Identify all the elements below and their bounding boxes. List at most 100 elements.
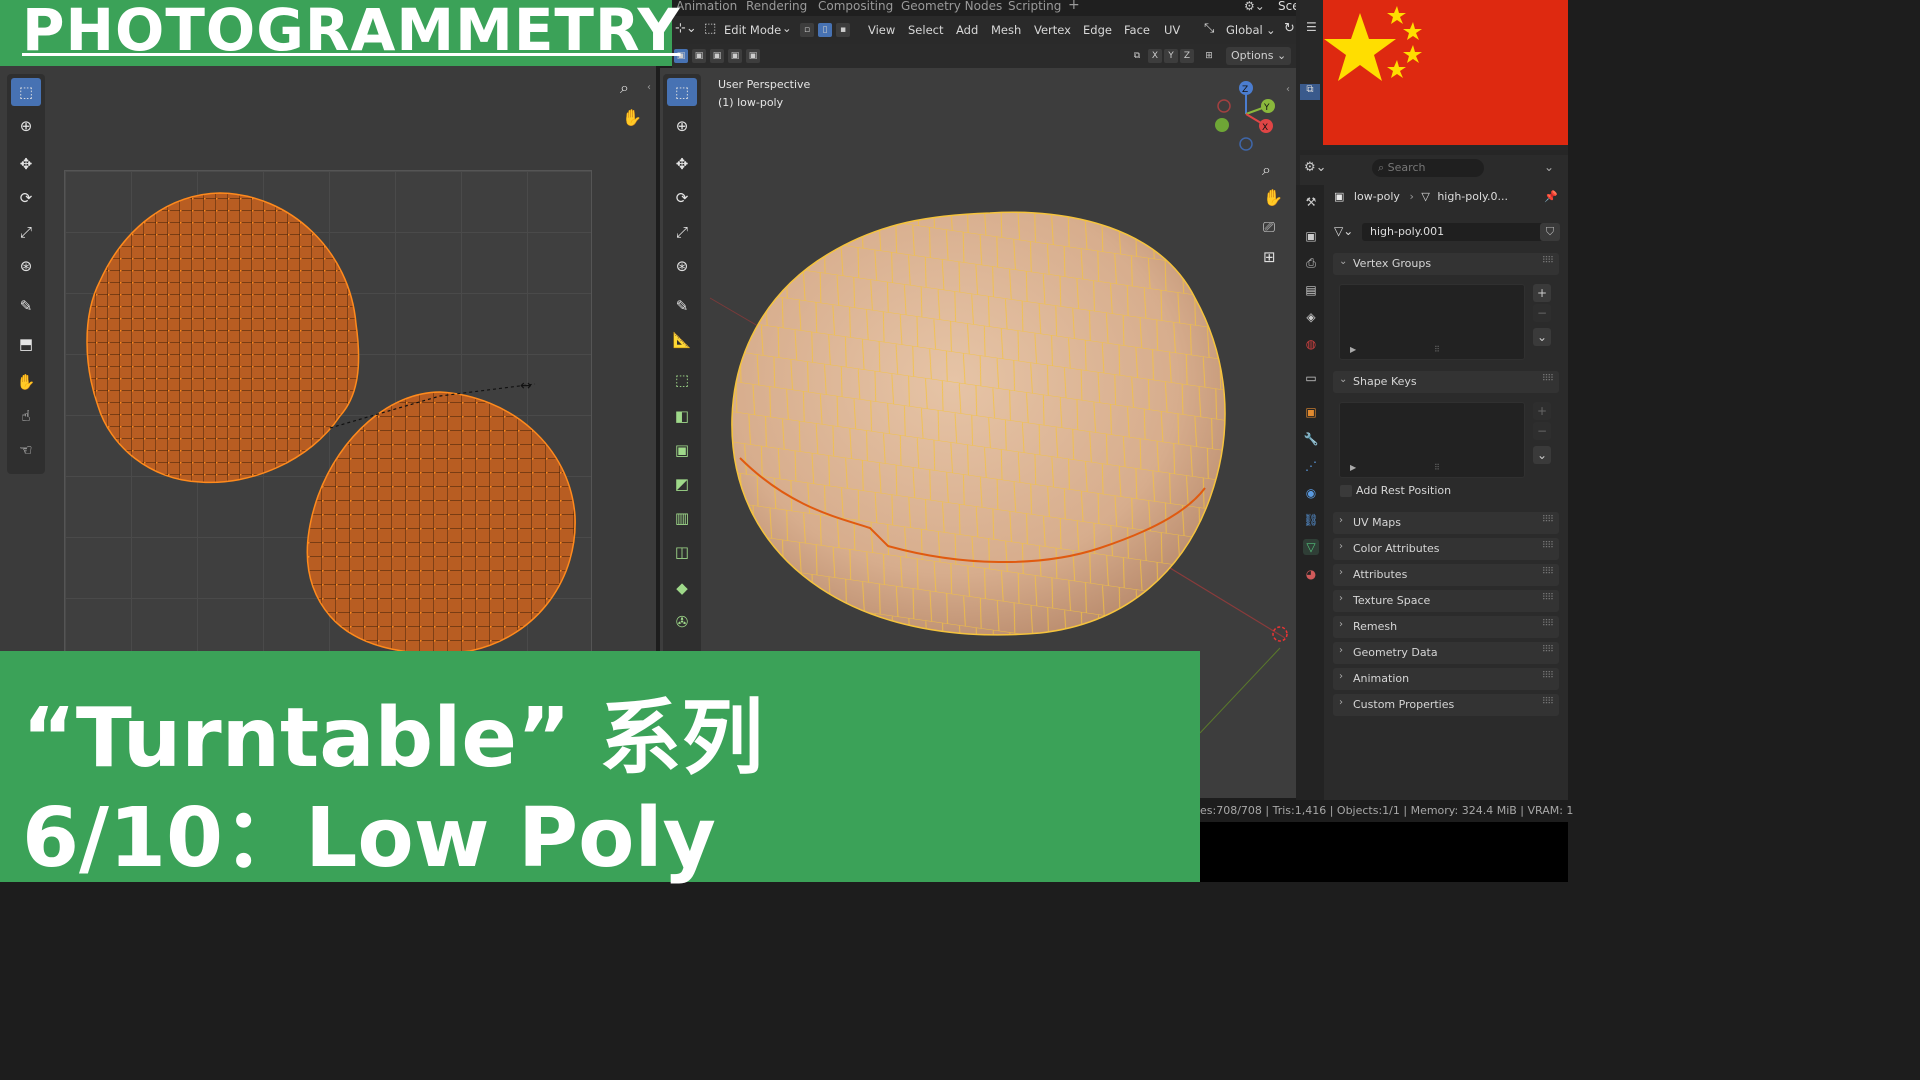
physics-tab-icon[interactable]: ◉	[1303, 485, 1319, 501]
add-workspace-button[interactable]: +	[1068, 0, 1080, 13]
vertex-group-specials-chevron-icon[interactable]: ⌄	[1533, 328, 1551, 346]
mesh-data-tab-icon[interactable]: ▽	[1303, 539, 1319, 555]
tool-poly-build-icon[interactable]: ◆	[667, 574, 697, 602]
panel-animation[interactable]: › Animation ⠿⠿	[1333, 668, 1559, 690]
menu-select[interactable]: Select	[908, 23, 943, 37]
tool-select-box-icon[interactable]: ⬚	[667, 78, 697, 106]
drag-grip-icon[interactable]: ⠿⠿	[1542, 256, 1554, 266]
select-mode-invert-icon[interactable]: ▣	[728, 49, 742, 63]
drag-grip-icon[interactable]: ⠿⠿	[1542, 593, 1554, 603]
scene-selector-icon[interactable]: ⚙⌄	[1244, 0, 1265, 13]
panel-texture-space[interactable]: › Texture Space ⠿⠿	[1333, 590, 1559, 612]
face-select-icon[interactable]: ▪	[836, 23, 850, 37]
tool-select-box-icon[interactable]: ⬚	[11, 78, 41, 106]
snap-icon[interactable]: ⊞	[1202, 49, 1216, 63]
uv-islands-canvas[interactable]: ↔	[0, 66, 656, 656]
pivot-icon[interactable]: ↻	[1284, 21, 1295, 36]
mode-selector[interactable]: Edit Mode	[724, 23, 781, 37]
tool-scale-icon[interactable]: ⤢	[11, 218, 41, 246]
mesh-browse-icon[interactable]: ▽⌄	[1334, 224, 1353, 238]
select-mode-intersect-icon[interactable]: ▣	[746, 49, 760, 63]
panel-attributes[interactable]: › Attributes ⠿⠿	[1333, 564, 1559, 586]
tool-scale-icon[interactable]: ⤢	[667, 218, 697, 246]
list-resize-grip-icon[interactable]: ⠿	[1434, 463, 1440, 472]
view-layer-tab-icon[interactable]: ▤	[1303, 282, 1319, 298]
tool-rip-icon[interactable]: ⬒	[11, 330, 41, 358]
tool-cursor-icon[interactable]: ⊕	[11, 112, 41, 140]
drag-grip-icon[interactable]: ⠿⠿	[1542, 541, 1554, 551]
tool-annotate-icon[interactable]: ✎	[11, 292, 41, 320]
panel-custom-properties[interactable]: › Custom Properties ⠿⠿	[1333, 694, 1559, 716]
constraints-tab-icon[interactable]: ⛓	[1303, 512, 1319, 528]
drag-grip-icon[interactable]: ⠿⠿	[1542, 645, 1554, 655]
list-expand-icon[interactable]: ▶	[1350, 345, 1356, 354]
object-tab-icon[interactable]: ▣	[1303, 404, 1319, 420]
viewport-camera-icon[interactable]: ⎚	[1263, 218, 1275, 236]
panel-uv-maps[interactable]: › UV Maps ⠿⠿	[1333, 512, 1559, 534]
mirror-y-button[interactable]: Y	[1164, 49, 1178, 63]
tab-compositing[interactable]: Compositing	[818, 0, 893, 13]
viewport-ortho-grid-icon[interactable]: ⊞	[1263, 248, 1276, 266]
outliner-editor-icon[interactable]: ☰	[1306, 20, 1317, 34]
breadcrumb-object[interactable]: low-poly	[1354, 190, 1400, 203]
navigation-gizmo[interactable]: Z Y X	[1210, 78, 1282, 156]
uv-zoom-icon[interactable]: ⌕	[620, 78, 629, 98]
viewport-pan-icon[interactable]: ✋	[1263, 188, 1283, 207]
tool-move-icon[interactable]: ✥	[667, 150, 697, 178]
select-mode-extend-icon[interactable]: ▣	[692, 49, 706, 63]
orientation-selector[interactable]: Global	[1226, 23, 1263, 37]
tool-extrude-icon[interactable]: ◧	[667, 402, 697, 430]
viewport-zoom-icon[interactable]: ⌕	[1262, 160, 1271, 180]
tool-spin-icon[interactable]: ✇	[667, 608, 697, 636]
panel-remesh[interactable]: › Remesh ⠿⠿	[1333, 616, 1559, 638]
panel-shape-keys[interactable]: ⌄ Shape Keys ⠿⠿	[1333, 371, 1559, 393]
properties-search-field[interactable]: ⌕ Search	[1372, 159, 1484, 177]
tool-grab-icon[interactable]: ✋	[11, 368, 41, 396]
render-tab-icon[interactable]: ▣	[1303, 228, 1319, 244]
tool-pinch-icon[interactable]: ☜	[11, 436, 41, 464]
mirror-z-button[interactable]: Z	[1180, 49, 1194, 63]
collection-tab-icon[interactable]: ▭	[1303, 370, 1319, 386]
tool-loop-cut-icon[interactable]: ▥	[667, 504, 697, 532]
breadcrumb-mesh[interactable]: high-poly.0...	[1437, 190, 1508, 203]
tool-transform-icon[interactable]: ⊛	[11, 252, 41, 280]
pin-icon[interactable]: 📌	[1544, 190, 1558, 203]
tool-rotate-icon[interactable]: ⟳	[11, 184, 41, 212]
vertex-select-icon[interactable]: ▫	[800, 23, 814, 37]
tool-measure-icon[interactable]: 📐	[667, 326, 697, 354]
fake-user-shield-icon[interactable]: ⛉	[1540, 223, 1560, 241]
drag-grip-icon[interactable]: ⠿⠿	[1542, 671, 1554, 681]
uv-collapse-chevron-icon[interactable]: ‹	[647, 82, 651, 93]
3d-cursor[interactable]	[1272, 626, 1288, 642]
panel-vertex-groups[interactable]: ⌄ Vertex Groups ⠿⠿	[1333, 253, 1559, 275]
menu-edge[interactable]: Edge	[1083, 23, 1112, 37]
world-tab-icon[interactable]: ◍	[1303, 336, 1319, 352]
edge-select-icon[interactable]: ▯	[818, 23, 832, 37]
tab-animation[interactable]: Animation	[676, 0, 737, 13]
menu-vertex[interactable]: Vertex	[1034, 23, 1071, 37]
panel-color-attributes[interactable]: › Color Attributes ⠿⠿	[1333, 538, 1559, 560]
menu-add[interactable]: Add	[956, 23, 978, 37]
panel-geometry-data[interactable]: › Geometry Data ⠿⠿	[1333, 642, 1559, 664]
output-tab-icon[interactable]: ⎙	[1303, 255, 1319, 271]
drag-grip-icon[interactable]: ⠿⠿	[1542, 515, 1554, 525]
outliner-filter-icon[interactable]: ⧉	[1300, 84, 1320, 100]
scene-tab-icon[interactable]: ◈	[1303, 309, 1319, 325]
material-tab-icon[interactable]: ◕	[1303, 566, 1319, 582]
tool-inset-icon[interactable]: ▣	[667, 436, 697, 464]
vertex-group-remove-button[interactable]: −	[1533, 304, 1551, 322]
shape-key-specials-chevron-icon[interactable]: ⌄	[1533, 446, 1551, 464]
options-dropdown[interactable]: Options ⌄	[1226, 47, 1291, 65]
menu-view[interactable]: View	[868, 23, 895, 37]
tool-knife-icon[interactable]: ◫	[667, 538, 697, 566]
particles-tab-icon[interactable]: ⋰	[1303, 458, 1319, 474]
vertex-groups-list[interactable]: ▶ ⠿	[1339, 284, 1525, 360]
shape-key-remove-button[interactable]: −	[1533, 422, 1551, 440]
tool-tab-icon[interactable]: ⚒	[1303, 194, 1319, 210]
mesh-name-field[interactable]: high-poly.001	[1362, 223, 1546, 241]
list-resize-grip-icon[interactable]: ⠿	[1434, 345, 1440, 354]
menu-mesh[interactable]: Mesh	[991, 23, 1021, 37]
tool-annotate-icon[interactable]: ✎	[667, 292, 697, 320]
tool-move-icon[interactable]: ✥	[11, 150, 41, 178]
drag-grip-icon[interactable]: ⠿⠿	[1542, 697, 1554, 707]
